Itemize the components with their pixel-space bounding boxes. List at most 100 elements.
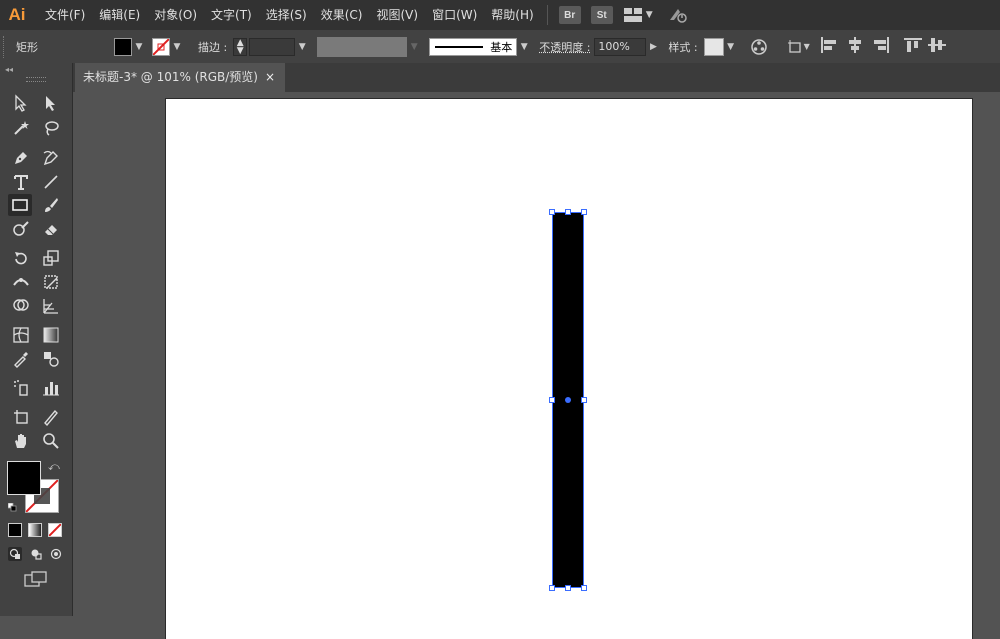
menu-view[interactable]: 视图(V)	[369, 0, 425, 30]
panel-grip[interactable]	[26, 77, 46, 82]
brush-definition[interactable]: 基本	[429, 37, 518, 56]
hand-tool[interactable]	[9, 430, 33, 452]
workspace-switcher[interactable]: ▼	[623, 8, 653, 22]
gradient-tool[interactable]	[39, 324, 63, 346]
chevron-down-icon[interactable]: ▼	[295, 37, 309, 57]
app-logo: Ai	[8, 5, 26, 24]
rectangle-tool[interactable]	[8, 194, 32, 216]
shaper-tool[interactable]	[9, 218, 33, 240]
symbol-sprayer-tool[interactable]	[9, 377, 33, 399]
chevron-down-icon[interactable]: ▼	[517, 37, 531, 57]
column-graph-tool[interactable]	[39, 377, 63, 399]
fill-swatch[interactable]	[114, 37, 132, 56]
control-bar: 矩形 ▼ ▼ 描边 : ▲ ▼ ▼ ▼ 基本 ▼ 不透明度 : 100% ▶ 样式…	[0, 30, 1000, 64]
eyedropper-tool[interactable]	[9, 348, 33, 370]
type-tool[interactable]	[9, 171, 33, 193]
tools-panel: ◂◂ ⤺	[0, 63, 73, 616]
brush-stroke-preview	[435, 45, 484, 48]
align-top-icon[interactable]	[903, 37, 922, 56]
menu-divider	[546, 5, 548, 25]
menu-edit[interactable]: 编辑(E)	[92, 0, 147, 30]
artboard-tool[interactable]	[9, 406, 33, 428]
close-icon[interactable]: ×	[265, 63, 275, 92]
width-tool[interactable]	[9, 271, 33, 293]
resize-handle-middle-right[interactable]	[581, 397, 587, 403]
shape-builder-tool[interactable]	[9, 295, 33, 317]
perspective-grid-tool[interactable]	[39, 295, 63, 317]
screen-mode-icon[interactable]	[24, 571, 48, 587]
none-mode-button[interactable]	[48, 523, 62, 537]
brush-label: 基本	[490, 40, 513, 54]
blend-tool[interactable]	[39, 348, 63, 370]
curvature-tool[interactable]	[39, 147, 63, 169]
rotate-tool[interactable]	[9, 247, 33, 269]
align-horizontal-center-icon[interactable]	[846, 37, 864, 56]
color-mode-button[interactable]	[8, 523, 22, 537]
menu-bar: Ai 文件(F) 编辑(E) 对象(O) 文字(T) 选择(S) 效果(C) 视…	[0, 0, 1000, 30]
menu-file[interactable]: 文件(F)	[38, 0, 92, 30]
menu-type[interactable]: 文字(T)	[204, 0, 259, 30]
document-tab[interactable]: 未标题-3* @ 101% (RGB/预览) ×	[75, 63, 285, 92]
style-label: 样式 :	[668, 40, 698, 54]
align-right-icon[interactable]	[872, 37, 890, 56]
document-tab-bar: 未标题-3* @ 101% (RGB/预览) ×	[73, 63, 1000, 92]
recolor-artwork-icon[interactable]	[750, 38, 768, 56]
stock-button[interactable]: St	[590, 6, 613, 24]
resize-handle-top-center[interactable]	[565, 209, 571, 215]
center-point[interactable]	[565, 397, 571, 403]
chevron-down-icon[interactable]: ▼	[407, 37, 421, 57]
eraser-tool[interactable]	[39, 218, 63, 240]
stroke-swatch[interactable]	[152, 37, 170, 56]
scale-tool[interactable]	[39, 247, 63, 269]
swap-fill-stroke-icon[interactable]: ⤺	[48, 460, 60, 474]
align-left-icon[interactable]	[820, 37, 838, 56]
resize-handle-middle-left[interactable]	[549, 397, 555, 403]
chevron-down-icon[interactable]: ▼	[132, 37, 146, 57]
stroke-label: 描边 :	[198, 40, 228, 54]
transform-icon[interactable]: ▼	[786, 39, 810, 55]
opacity-input[interactable]: 100%	[594, 37, 647, 56]
free-transform-tool[interactable]	[39, 271, 63, 293]
opacity-label[interactable]: 不透明度 :	[539, 39, 590, 55]
menu-object[interactable]: 对象(O)	[147, 0, 204, 30]
resize-handle-bottom-left[interactable]	[549, 585, 555, 591]
menu-help[interactable]: 帮助(H)	[484, 0, 540, 30]
pen-tool[interactable]	[9, 147, 33, 169]
line-segment-tool[interactable]	[39, 171, 63, 193]
chevron-down-icon: ▼	[803, 42, 810, 51]
resize-handle-bottom-center[interactable]	[565, 585, 571, 591]
draw-inside-icon[interactable]	[49, 547, 63, 561]
variable-width-profile[interactable]	[317, 36, 408, 57]
draw-behind-icon[interactable]	[29, 547, 43, 561]
slice-tool[interactable]	[39, 406, 63, 428]
resize-handle-top-right[interactable]	[581, 209, 587, 215]
zoom-tool[interactable]	[39, 430, 63, 452]
lasso-tool[interactable]	[39, 117, 63, 139]
menu-window[interactable]: 窗口(W)	[425, 0, 484, 30]
chevron-down-icon[interactable]: ▼	[170, 37, 184, 57]
fill-color-box[interactable]	[7, 461, 41, 495]
stroke-weight-stepper[interactable]: ▲ ▼	[233, 37, 248, 56]
resize-handle-bottom-right[interactable]	[581, 585, 587, 591]
align-vertical-center-icon[interactable]	[927, 37, 946, 56]
resize-handle-top-left[interactable]	[549, 209, 555, 215]
stroke-weight-input[interactable]	[249, 37, 296, 56]
bridge-button[interactable]: Br	[558, 6, 581, 24]
menu-effect[interactable]: 效果(C)	[314, 0, 370, 30]
tool-name-label: 矩形	[16, 40, 38, 54]
mesh-tool[interactable]	[9, 324, 33, 346]
selection-tool[interactable]	[9, 92, 33, 114]
panel-collapse-icon[interactable]: ◂◂	[5, 65, 13, 74]
control-grip[interactable]	[3, 35, 10, 58]
chevron-down-icon[interactable]: ▼	[724, 37, 738, 57]
direct-selection-tool[interactable]	[39, 92, 63, 114]
default-fill-stroke-icon[interactable]	[7, 501, 17, 512]
magic-wand-tool[interactable]	[9, 117, 33, 139]
chevron-right-icon[interactable]: ▶	[646, 37, 660, 57]
draw-normal-icon[interactable]	[8, 547, 22, 561]
gradient-mode-button[interactable]	[28, 523, 42, 537]
gpu-performance-icon[interactable]	[667, 4, 689, 26]
menu-select[interactable]: 选择(S)	[259, 0, 314, 30]
graphic-style-swatch[interactable]	[703, 37, 724, 56]
paintbrush-tool[interactable]	[39, 194, 63, 216]
